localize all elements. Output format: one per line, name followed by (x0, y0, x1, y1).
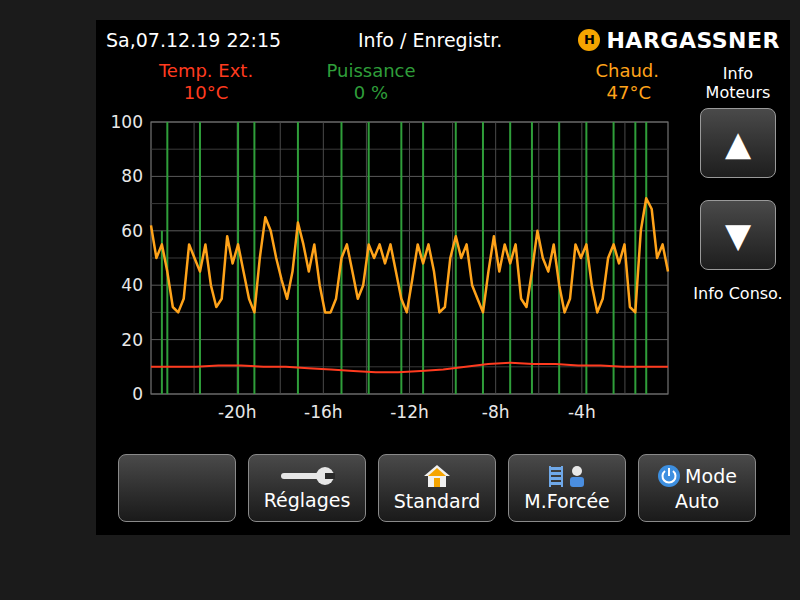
y-tick: 100 (111, 112, 143, 132)
power-spike (455, 122, 457, 394)
power-spike (199, 122, 201, 394)
power-spike (161, 231, 163, 394)
x-tick: -12h (390, 402, 429, 422)
power-icon (657, 464, 681, 488)
boiler-screen: Sa,07.12.19 22:15Info / Enregistr.H HARGA… (96, 20, 790, 535)
forced-icon (547, 464, 587, 488)
y-tick: 60 (121, 221, 143, 241)
side-panel: Info Moteurs ▲ ▼ Info Conso. (686, 60, 790, 451)
house-button[interactable]: Standard (378, 454, 496, 522)
power-spike (253, 122, 255, 394)
x-tick: -4h (568, 402, 596, 422)
chart-plot: 100 80 60 40 20 0 -20h -16h -12h -8h -4h (96, 110, 686, 430)
forced-button[interactable]: M.Forcée (508, 454, 626, 522)
button-label: Standard (394, 490, 480, 512)
scroll-down-button[interactable]: ▼ (700, 200, 776, 270)
y-tick: 0 (132, 384, 143, 404)
legend-label: Chaud. (595, 60, 659, 82)
x-tick: -8h (482, 402, 510, 422)
scroll-up-icon: ▲ (725, 126, 751, 160)
power-spike (400, 122, 402, 394)
button-label: Réglages (264, 489, 351, 511)
outside-temp-line (151, 363, 668, 373)
screen-title: Info / Enregistr. (356, 26, 578, 55)
button-label: Mode (685, 465, 737, 487)
legend-value: 0 % (354, 82, 388, 104)
power-spike (613, 122, 615, 394)
legend-label: Temp. Ext. (159, 60, 253, 82)
x-tick: -16h (304, 402, 343, 422)
button-bar: Réglages Standard M.Forcée Mode Auto (96, 451, 790, 535)
legend-value: 47°C (607, 82, 659, 104)
power-spike (237, 122, 239, 394)
brand-name: HARGASSNER (606, 24, 780, 57)
info-motors-label[interactable]: Info Moteurs (688, 64, 788, 102)
info-consumption-label[interactable]: Info Conso. (688, 284, 788, 303)
power-spike (634, 122, 636, 394)
empty-button[interactable] (118, 454, 236, 522)
button-label: M.Forcée (524, 490, 610, 512)
wrench-button[interactable]: Réglages (248, 454, 366, 522)
wrench-icon (279, 465, 335, 487)
logo-icon: H (578, 29, 600, 51)
legend-item: Temp. Ext.10°C (121, 60, 291, 104)
scroll-down-icon: ▼ (725, 218, 751, 252)
y-tick: 20 (121, 330, 143, 350)
power-spike (297, 122, 299, 394)
power-spike (645, 122, 647, 394)
button-sublabel: Auto (675, 490, 719, 512)
legend-item: Chaud.47°C (451, 60, 661, 104)
legend: Temp. Ext.10°CPuissance0 %Chaud.47°C (96, 60, 686, 110)
power-button[interactable]: Mode Auto (638, 454, 756, 522)
legend-label: Puissance (326, 60, 415, 82)
x-tick: -20h (218, 402, 257, 422)
power-spike (558, 122, 560, 394)
legend-value: 10°C (184, 82, 228, 104)
y-tick: 40 (121, 275, 143, 295)
power-spike (166, 122, 168, 394)
header: Sa,07.12.19 22:15Info / Enregistr.H HARGA… (96, 20, 790, 60)
y-tick: 80 (121, 166, 143, 186)
boiler-temp-line (151, 198, 668, 312)
chart: 100 80 60 40 20 0 -20h -16h -12h -8h -4h (96, 110, 686, 430)
brand: H HARGASSNER (578, 24, 780, 57)
scroll-up-button[interactable]: ▲ (700, 108, 776, 178)
power-series (151, 122, 668, 394)
house-icon (423, 464, 451, 488)
datetime: Sa,07.12.19 22:15 (106, 26, 356, 55)
legend-item: Puissance0 % (291, 60, 451, 104)
power-spike (482, 122, 484, 394)
